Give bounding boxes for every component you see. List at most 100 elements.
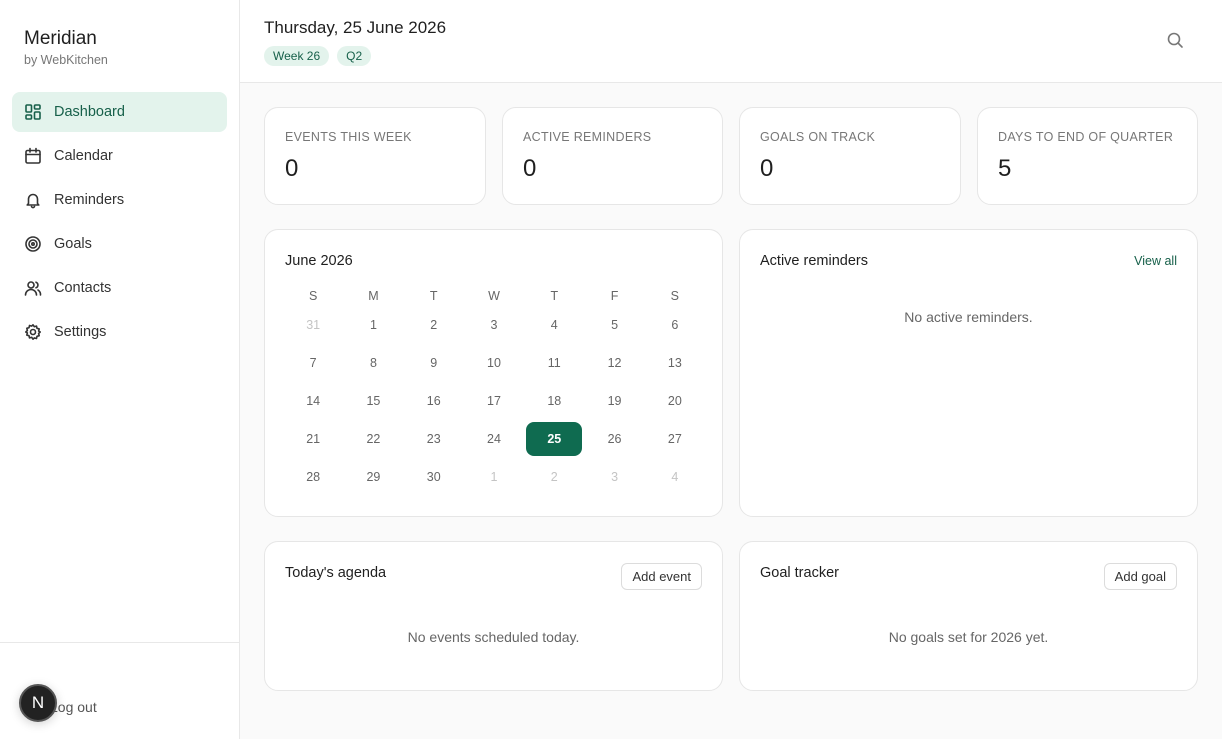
sidebar-item-label: Settings [54, 324, 107, 340]
calendar-day[interactable]: 7 [283, 346, 343, 380]
page-title: Thursday, 25 June 2026 [264, 18, 447, 37]
calendar-day-number: 10 [487, 356, 501, 370]
calendar-day[interactable]: 1 [464, 460, 524, 494]
calendar-day-number: 3 [611, 470, 619, 484]
calendar-day-number: 29 [366, 470, 381, 484]
view-all-link[interactable]: View all [1134, 254, 1177, 268]
calendar-day-number: 7 [309, 356, 317, 370]
calendar-day[interactable]: 2 [524, 460, 584, 494]
sidebar-item-contacts[interactable]: Contacts [12, 268, 227, 308]
calendar-day[interactable]: 3 [464, 308, 524, 342]
calendar-day[interactable]: 5 [584, 308, 644, 342]
calendar-day[interactable]: 15 [343, 384, 403, 418]
calendar-day-number: 13 [667, 356, 682, 370]
weekday-label: S [308, 289, 318, 303]
weekday-label: S [670, 289, 679, 303]
agenda-title: Today's agenda [285, 565, 387, 581]
calendar-day-number: 8 [369, 356, 377, 370]
search-icon [1166, 32, 1184, 53]
weekday-label: W [488, 289, 500, 303]
header-badges: Week 26 Q2 [264, 46, 372, 66]
calendar-card: June 2026 S M T W T F S 31 1 2 3 4 5 6 7 8 9 10 11 1… [264, 229, 723, 517]
calendar-day[interactable]: 29 [343, 460, 403, 494]
calendar-day[interactable]: 26 [584, 422, 644, 456]
gear-icon [24, 323, 42, 341]
calendar-week-row: 31 1 2 3 4 5 6 [283, 306, 705, 344]
calendar-day[interactable]: 19 [584, 384, 644, 418]
calendar-day[interactable]: 23 [404, 422, 464, 456]
calendar-day-number: 24 [487, 432, 501, 446]
sidebar-item-goals[interactable]: Goals [12, 224, 227, 264]
calendar-day[interactable]: 17 [464, 384, 524, 418]
weekday-label: F [610, 289, 619, 303]
calendar-day[interactable]: 2 [404, 308, 464, 342]
calendar-day[interactable]: 30 [404, 460, 464, 494]
weekday-label: T [429, 289, 438, 303]
users-icon [24, 279, 42, 297]
sidebar-item-calendar[interactable]: Calendar [12, 136, 227, 176]
calendar-day-number: 4 [550, 318, 558, 332]
calendar-day[interactable]: 9 [404, 346, 464, 380]
add-goal-button[interactable]: Add goal [1103, 563, 1177, 590]
calendar-day[interactable]: 13 [645, 346, 705, 380]
weekday-label: T [550, 289, 559, 303]
sidebar: Meridian by WebKitchen Dashboard Calenda… [0, 0, 240, 739]
stat-card-quarter: DAYS TO END OF QUARTER 5 [977, 107, 1198, 205]
calendar-day[interactable]: 22 [343, 422, 403, 456]
goals-empty-message: No goals set for 2026 yet. [888, 629, 1049, 645]
sidebar-item-label: Dashboard [54, 104, 125, 120]
calendar-day[interactable]: 28 [283, 460, 343, 494]
week-badge: Week 26 [264, 46, 330, 66]
stat-card-reminders: ACTIVE REMINDERS 0 [502, 107, 723, 205]
add-event-button[interactable]: Add event [621, 563, 702, 590]
stat-value: 0 [285, 155, 299, 182]
calendar-grid: S M T W T F S 31 1 2 3 4 5 6 7 8 9 10 11 12 13 14 15 16 1… [283, 286, 705, 496]
calendar-day[interactable]: 16 [404, 384, 464, 418]
brand: Meridian by WebKitchen [24, 28, 108, 67]
calendar-day-number: 1 [369, 318, 377, 332]
calendar-day[interactable]: 12 [584, 346, 644, 380]
agenda-empty-message: No events scheduled today. [407, 629, 580, 645]
quarter-badge: Q2 [337, 46, 372, 66]
calendar-day[interactable]: 31 [283, 308, 343, 342]
calendar-day[interactable]: 14 [283, 384, 343, 418]
calendar-day-today[interactable]: 25 [524, 422, 584, 456]
calendar-day-number: 15 [366, 394, 381, 408]
brand-sub: by WebKitchen [24, 53, 108, 67]
sidebar-item-settings[interactable]: Settings [12, 312, 227, 352]
calendar-day-number: 9 [430, 356, 438, 370]
sidebar-item-dashboard[interactable]: Dashboard [12, 92, 227, 132]
calendar-day[interactable]: 18 [524, 384, 584, 418]
calendar-day[interactable]: 24 [464, 422, 524, 456]
calendar-day[interactable]: 20 [645, 384, 705, 418]
calendar-day-number: 23 [426, 432, 441, 446]
reminders-title: Active reminders [760, 253, 868, 269]
calendar-day[interactable]: 10 [464, 346, 524, 380]
search-button[interactable] [1166, 31, 1186, 51]
weekday-label: M [368, 289, 379, 303]
calendar-day[interactable]: 6 [645, 308, 705, 342]
calendar-week-row: 21 22 23 24 25 26 27 [283, 420, 705, 458]
calendar-day[interactable]: 4 [524, 308, 584, 342]
calendar-day[interactable]: 21 [283, 422, 343, 456]
calendar-day[interactable]: 3 [584, 460, 644, 494]
calendar-day[interactable]: 11 [524, 346, 584, 380]
calendar-day-number: 30 [426, 470, 441, 484]
calendar-day[interactable]: 8 [343, 346, 403, 380]
stat-label: DAYS TO END OF QUARTER [998, 130, 1174, 144]
target-icon [24, 235, 42, 253]
dashboard-icon [24, 103, 42, 121]
calendar-week-row: 28 29 30 1 2 3 4 [283, 458, 705, 496]
calendar-day-number: 17 [487, 394, 501, 408]
calendar-day-number: 5 [611, 318, 619, 332]
agenda-card: Today's agenda Add event No events sched… [264, 541, 723, 691]
avatar[interactable]: N [19, 684, 57, 722]
calendar-day[interactable]: 4 [645, 460, 705, 494]
calendar-week-row: 7 8 9 10 11 12 13 [283, 344, 705, 382]
sidebar-item-reminders[interactable]: Reminders [12, 180, 227, 220]
calendar-day[interactable]: 27 [645, 422, 705, 456]
sidebar-nav: Dashboard Calendar Reminders Goals Conta… [12, 92, 227, 356]
calendar-icon [24, 147, 42, 165]
logout-link[interactable]: Log out [50, 699, 97, 715]
calendar-day[interactable]: 1 [343, 308, 403, 342]
